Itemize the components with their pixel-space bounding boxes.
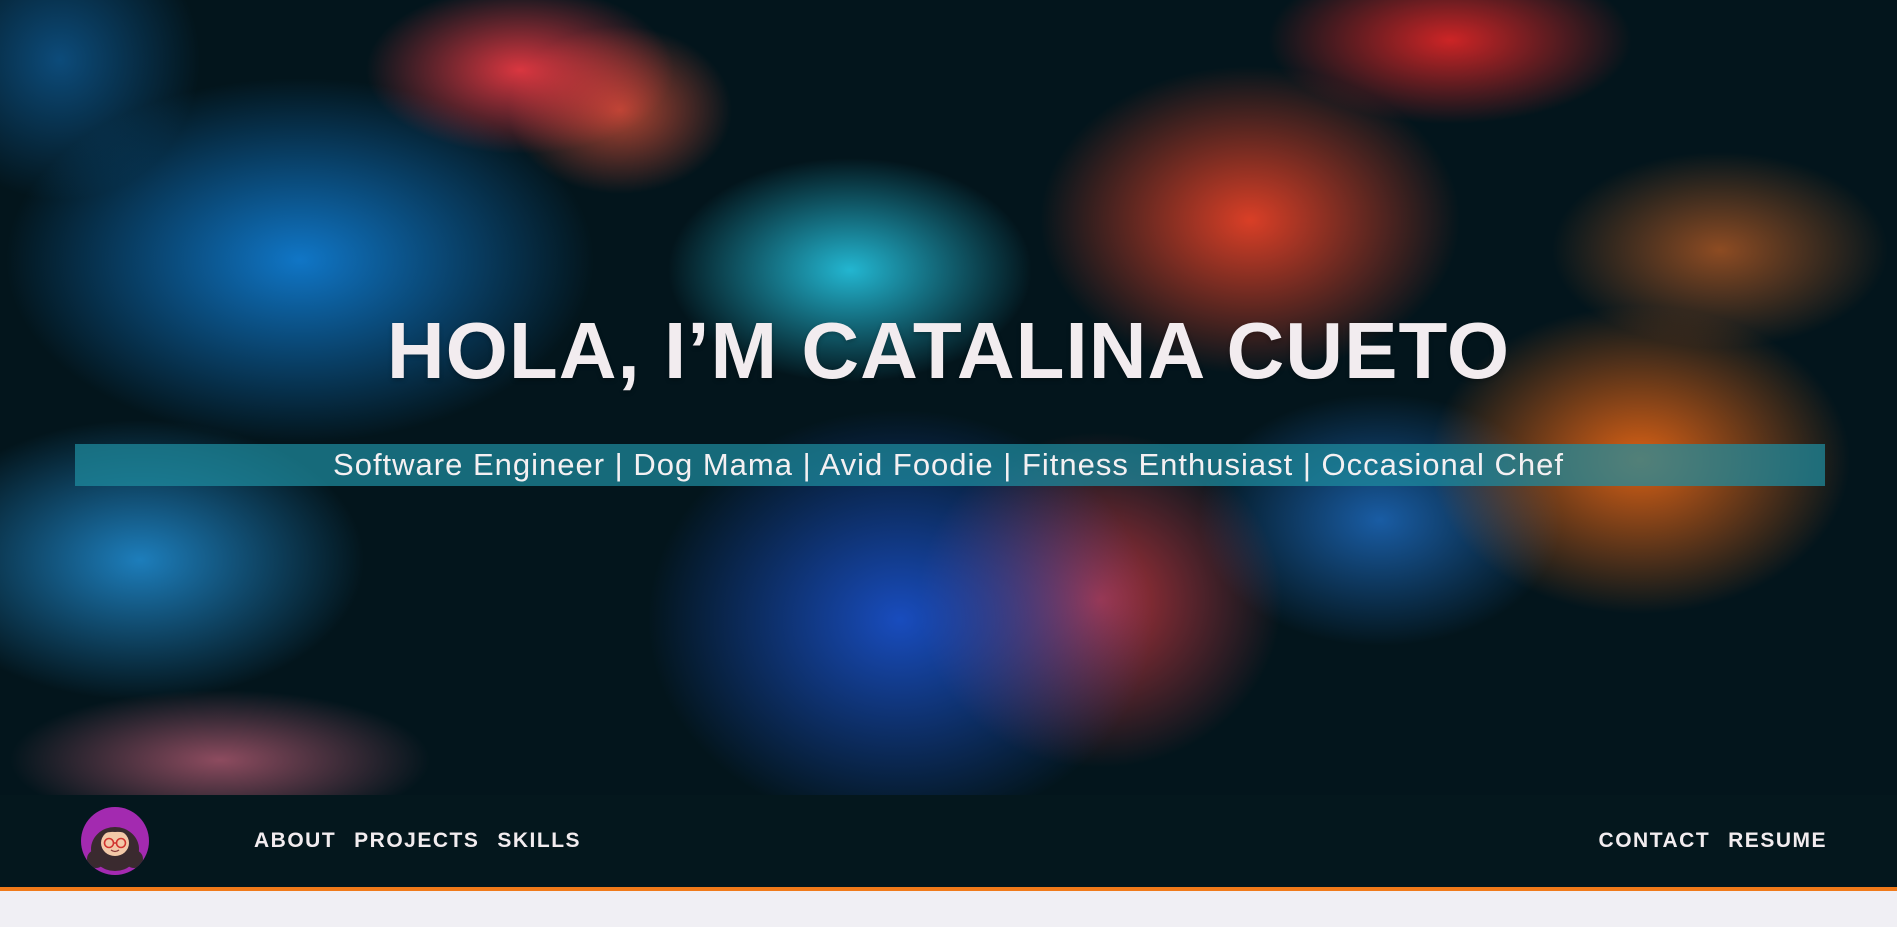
avatar[interactable] [81, 807, 149, 875]
hero-section: HOLA, I’M CATALINA CUETO Software Engine… [0, 0, 1897, 795]
nav-link-projects[interactable]: PROJECTS [354, 829, 479, 853]
hero-subtitle: Software Engineer | Dog Mama | Avid Food… [333, 447, 1564, 482]
nav-link-resume[interactable]: RESUME [1728, 829, 1827, 853]
page-content-area [0, 891, 1897, 927]
nav-link-about[interactable]: ABOUT [254, 829, 336, 853]
navbar: ABOUT PROJECTS SKILLS CONTACT RESUME [0, 795, 1897, 891]
nav-link-contact[interactable]: CONTACT [1599, 829, 1711, 853]
hero-title: HOLA, I’M CATALINA CUETO [386, 306, 1511, 395]
cartoon-avatar-icon [87, 827, 143, 871]
nav-right-group: CONTACT RESUME [1599, 795, 1827, 887]
nav-link-skills[interactable]: SKILLS [497, 829, 581, 853]
nav-left-group: ABOUT PROJECTS SKILLS [254, 795, 581, 887]
